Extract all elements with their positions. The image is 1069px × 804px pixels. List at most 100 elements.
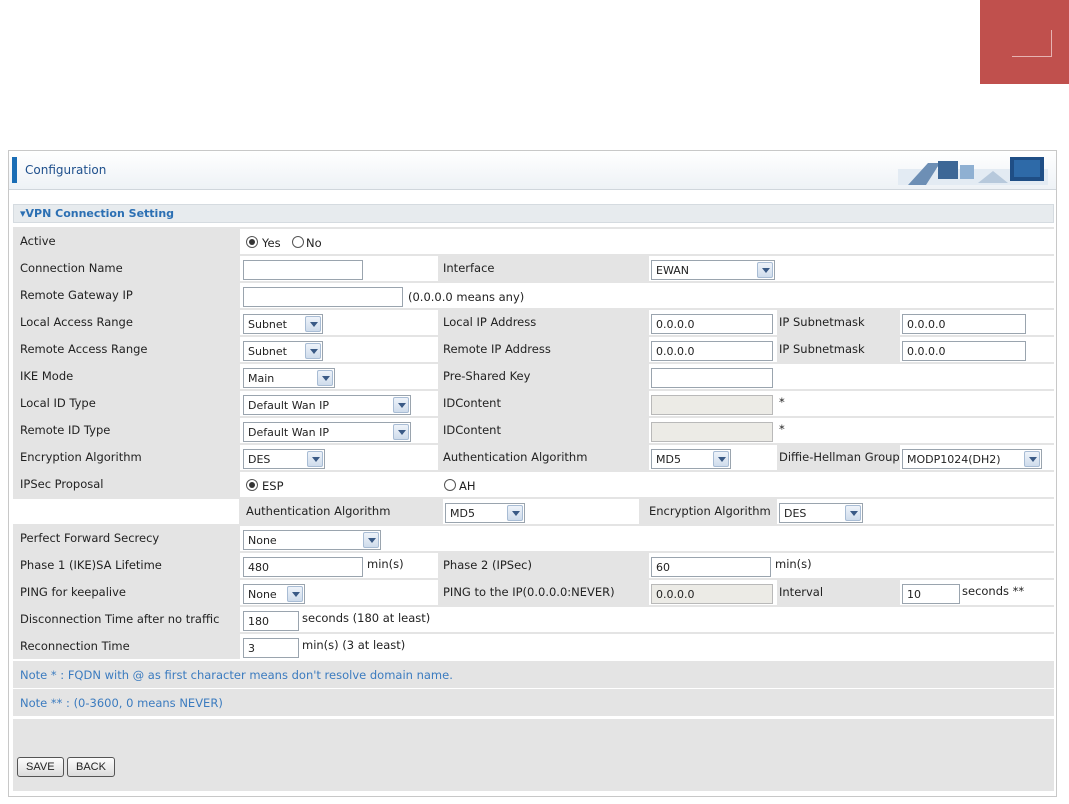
local-id-label: Local ID Type — [20, 396, 96, 410]
row-reconnect: Reconnection Time min(s) (3 at least) — [13, 632, 1054, 659]
cell: * — [649, 418, 1054, 443]
row-note1: Note * : FQDN with @ as first character … — [13, 661, 1054, 688]
auth-label: Authentication Algorithm — [443, 450, 588, 464]
local-id-select[interactable]: Default Wan IP — [243, 395, 411, 415]
local-ip-input[interactable] — [651, 314, 773, 334]
row-remote-id: Remote ID Type Default Wan IP IDContent … — [13, 416, 1054, 443]
remote-idcontent-label: IDContent — [443, 423, 501, 437]
interface-select[interactable]: EWAN — [651, 260, 775, 280]
remote-id-select[interactable]: Default Wan IP — [243, 422, 411, 442]
remote-access-value: Subnet — [248, 345, 287, 358]
local-access-value: Subnet — [248, 318, 287, 331]
phase2-unit: min(s) — [775, 557, 812, 571]
phase1-label: Phase 1 (IKE)SA Lifetime — [20, 558, 162, 572]
row-encryption: Encryption Algorithm DES Authentication … — [13, 443, 1054, 470]
ipsec-auth-select[interactable]: MD5 — [445, 503, 525, 523]
local-ip-label: Local IP Address — [443, 315, 537, 329]
row-ipsec-sub: Authentication Algorithm MD5 Encryption … — [13, 497, 1054, 524]
save-button[interactable]: SAVE — [17, 757, 64, 777]
cell: (0.0.0.0 means any) — [240, 283, 1054, 308]
cell: Yes No — [240, 229, 1054, 254]
local-mask-input[interactable] — [902, 314, 1026, 334]
ping-value: None — [248, 588, 277, 601]
cell: * — [649, 391, 1054, 416]
cell — [649, 580, 777, 605]
chevron-down-icon — [305, 343, 321, 359]
chevron-down-icon — [507, 505, 523, 521]
cell — [649, 364, 1054, 389]
remote-mask-label: IP Subnetmask — [779, 342, 865, 356]
cell — [900, 337, 1054, 362]
encryption-select[interactable]: DES — [243, 449, 325, 469]
ike-mode-label: IKE Mode — [20, 369, 74, 383]
cell: Default Wan IP — [240, 391, 438, 416]
local-idcontent-star: * — [779, 395, 785, 409]
encryption-value: DES — [248, 453, 271, 466]
psk-input[interactable] — [651, 368, 773, 388]
pfs-label: Perfect Forward Secrecy — [20, 531, 160, 545]
connection-name-input[interactable] — [243, 260, 363, 280]
row-note2: Note ** : (0-3600, 0 means NEVER) — [13, 689, 1054, 716]
ping-label: PING for keepalive — [20, 585, 126, 599]
config-header: Configuration — [9, 151, 1056, 190]
pfs-select[interactable]: None — [243, 530, 381, 550]
interval-label: Interval — [779, 585, 824, 599]
ipsec-auth-value: MD5 — [450, 507, 475, 520]
ipsec-auth-label: Authentication Algorithm — [246, 504, 391, 518]
phase1-input[interactable] — [243, 557, 363, 577]
cell: MD5 — [443, 499, 639, 524]
cell: min(s) — [649, 553, 1054, 578]
row-active: Active Yes No — [13, 227, 1054, 254]
dh-select[interactable]: MODP1024(DH2) — [902, 449, 1042, 469]
remote-access-select[interactable]: Subnet — [243, 341, 323, 361]
section-header: ▾VPN Connection Setting — [13, 204, 1054, 223]
ipsec-label: IPSec Proposal — [20, 477, 104, 491]
ipsec-enc-select[interactable]: DES — [779, 503, 863, 523]
chevron-down-icon — [1024, 451, 1040, 467]
cell: DES — [777, 499, 1054, 524]
cell: Main — [240, 364, 438, 389]
auth-select[interactable]: MD5 — [651, 449, 731, 469]
interval-input[interactable] — [902, 584, 960, 604]
active-no-radio[interactable] — [292, 236, 304, 248]
cell: None — [240, 580, 438, 605]
remote-gateway-input[interactable] — [243, 287, 403, 307]
cell — [900, 310, 1054, 335]
ipsec-esp-label: ESP — [262, 479, 284, 493]
local-idcontent-input — [651, 395, 773, 415]
remote-ip-input[interactable] — [651, 341, 773, 361]
back-button[interactable]: BACK — [67, 757, 115, 777]
row-remote-access: Remote Access Range Subnet Remote IP Add… — [13, 335, 1054, 362]
cell: Subnet — [240, 310, 438, 335]
local-access-select[interactable]: Subnet — [243, 314, 323, 334]
reconnect-label: Reconnection Time — [20, 639, 130, 653]
ping-select[interactable]: None — [243, 584, 305, 604]
chevron-down-icon — [305, 316, 321, 332]
remote-mask-input[interactable] — [902, 341, 1026, 361]
pfs-value: None — [248, 534, 277, 547]
cell: min(s) (3 at least) — [240, 634, 1054, 659]
remote-id-value: Default Wan IP — [248, 426, 329, 439]
encryption-label: Encryption Algorithm — [20, 450, 142, 464]
ike-mode-select[interactable]: Main — [243, 368, 335, 388]
cell: min(s) — [240, 553, 438, 578]
local-mask-label: IP Subnetmask — [779, 315, 865, 329]
active-yes-label: Yes — [262, 236, 281, 250]
configuration-panel: Configuration ▾VPN Connection Setting Ac… — [8, 150, 1057, 797]
row-disconnect: Disconnection Time after no traffic seco… — [13, 605, 1054, 632]
ipsec-esp-radio[interactable] — [246, 479, 258, 491]
ping-ip-label: PING to the IP(0.0.0.0:NEVER) — [443, 585, 615, 599]
chevron-down-icon — [393, 424, 409, 440]
cell: Subnet — [240, 337, 438, 362]
interface-value: EWAN — [656, 264, 689, 277]
ipsec-ah-radio[interactable] — [444, 479, 456, 491]
disconnect-input[interactable] — [243, 611, 299, 631]
disconnect-hint: seconds (180 at least) — [302, 611, 431, 625]
active-yes-radio[interactable] — [246, 236, 258, 248]
cell: seconds ** — [900, 580, 1054, 605]
reconnect-input[interactable] — [243, 638, 299, 658]
phase2-input[interactable] — [651, 557, 771, 577]
remote-id-label: Remote ID Type — [20, 423, 111, 437]
note-fqdn: Note * : FQDN with @ as first character … — [20, 668, 453, 682]
corner-line — [1051, 30, 1052, 56]
